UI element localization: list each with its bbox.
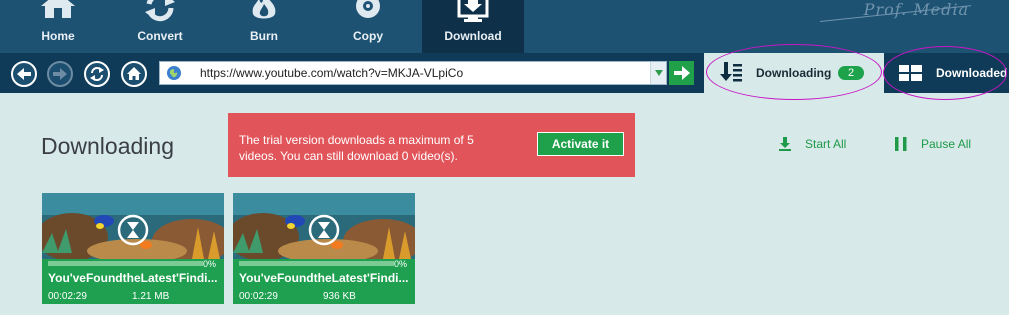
nav-download[interactable]: Download <box>422 0 524 53</box>
tab-downloading-label: Downloading <box>756 66 832 80</box>
forward-arrow-icon <box>53 68 67 80</box>
forward-button[interactable] <box>47 61 73 87</box>
progress-percent: 0% <box>393 259 407 269</box>
tab-downloaded[interactable]: Downloaded <box>884 53 1009 93</box>
refresh-button[interactable] <box>84 61 110 87</box>
downloaded-grid-icon <box>899 65 922 81</box>
start-all-label: Start All <box>805 137 847 151</box>
url-input[interactable] <box>200 64 640 82</box>
video-duration: 00:02:29 <box>48 291 87 302</box>
trial-message: The trial version downloads a maximum of… <box>239 133 474 163</box>
video-size: 1.21 MB <box>132 291 170 302</box>
progress-percent: 0% <box>202 259 216 269</box>
url-history-dropdown[interactable] <box>650 62 666 84</box>
brand-logo: Prof. Media <box>863 0 969 19</box>
nav-convert[interactable]: Convert <box>109 0 211 53</box>
video-thumbnail <box>42 193 224 259</box>
home-icon <box>7 0 109 24</box>
nav-home-label: Home <box>41 29 75 43</box>
nav-download-label: Download <box>444 29 502 43</box>
go-button[interactable] <box>669 61 694 85</box>
download-icon <box>422 0 524 24</box>
nav-home[interactable]: Home <box>7 0 109 53</box>
back-arrow-icon <box>17 68 31 80</box>
progress-track <box>48 261 203 266</box>
pause-all-label: Pause All <box>921 137 972 151</box>
video-title: You'veFoundtheLatest'Findi... <box>239 271 409 285</box>
download-arrow-icon <box>779 137 791 151</box>
tab-downloading[interactable]: Downloading 2 <box>704 53 884 93</box>
video-card[interactable]: 0% You'veFoundtheLatest'Findi... 00:02:2… <box>42 193 224 304</box>
back-button[interactable] <box>11 61 37 87</box>
pause-all-button[interactable]: Pause All <box>894 137 971 151</box>
video-thumbnail <box>233 193 415 259</box>
refresh-icon <box>90 67 104 81</box>
url-bar <box>159 61 667 85</box>
progress-track <box>239 261 394 266</box>
copy-icon <box>317 0 419 24</box>
arrow-right-icon <box>673 66 690 80</box>
nav-copy[interactable]: Copy <box>317 0 419 53</box>
downloading-list-icon <box>720 62 742 82</box>
start-all-button[interactable]: Start All <box>778 137 846 151</box>
nav-burn[interactable]: Burn <box>213 0 315 53</box>
globe-icon <box>167 66 181 80</box>
downloading-count-badge: 2 <box>838 66 864 80</box>
video-card[interactable]: 0% You'veFoundtheLatest'Findi... 00:02:2… <box>233 193 415 304</box>
home-page-button[interactable] <box>121 61 147 87</box>
burn-icon <box>213 0 315 24</box>
nav-convert-label: Convert <box>137 29 183 43</box>
activate-button[interactable]: Activate it <box>537 132 624 156</box>
video-duration: 00:02:29 <box>239 291 278 302</box>
page-title: Downloading <box>41 133 174 159</box>
chevron-down-icon <box>654 70 663 76</box>
video-title: You'veFoundtheLatest'Findi... <box>48 271 218 285</box>
house-icon <box>127 67 141 80</box>
video-size: 936 KB <box>323 291 356 302</box>
tab-downloaded-label: Downloaded <box>936 66 1008 80</box>
nav-burn-label: Burn <box>250 29 278 43</box>
main-nav: Home Convert Burn Copy Download Prof. Me… <box>0 0 1009 53</box>
pause-icon <box>895 137 907 151</box>
convert-icon <box>109 0 211 24</box>
nav-copy-label: Copy <box>353 29 383 43</box>
trial-alert: The trial version downloads a maximum of… <box>228 113 635 177</box>
